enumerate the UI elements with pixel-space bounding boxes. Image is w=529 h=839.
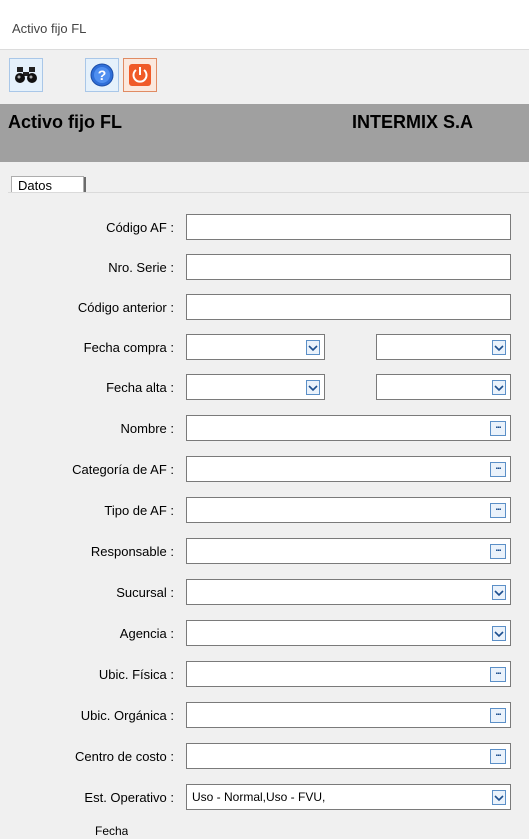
codigo-anterior-input[interactable] (186, 294, 511, 320)
chevron-down-icon[interactable] (492, 380, 506, 395)
form-header: Activo fijo FL INTERMIX S.A (0, 104, 529, 162)
centro-costo-label: Centro de costo : (75, 749, 174, 764)
fecha-compra-from[interactable] (186, 334, 325, 360)
chevron-down-icon[interactable] (306, 380, 320, 395)
nombre-input[interactable]: ... (186, 415, 511, 441)
ellipsis-icon[interactable]: ... (490, 544, 506, 559)
row-ubic-fisica: Ubic. Física : ... (0, 661, 529, 687)
codigo-af-input[interactable] (186, 214, 511, 240)
toolbar: ? (0, 50, 529, 104)
ellipsis-icon[interactable]: ... (490, 421, 506, 436)
ellipsis-icon[interactable]: ... (490, 462, 506, 477)
nro-serie-label: Nro. Serie : (108, 260, 174, 275)
power-icon (128, 63, 152, 87)
ellipsis-icon[interactable]: ... (490, 708, 506, 723)
fecha-alta-from[interactable] (186, 374, 325, 400)
ellipsis-icon[interactable]: ... (490, 667, 506, 682)
agencia-label: Agencia : (119, 626, 174, 641)
sucursal-select[interactable] (186, 579, 511, 605)
est-operativo-label: Est. Operativo : (84, 790, 174, 805)
ellipsis-icon[interactable]: ... (490, 503, 506, 518)
ellipsis-icon[interactable]: ... (490, 749, 506, 764)
binoculars-icon (14, 65, 38, 85)
centro-costo-input[interactable]: ... (186, 743, 511, 769)
title-bar: Activo fijo FL (0, 0, 529, 50)
row-ubic-organica: Ubic. Orgánica : ... (0, 702, 529, 728)
row-fecha-compra: Fecha compra : (0, 334, 529, 360)
row-responsable: Responsable : ... (0, 538, 529, 564)
chevron-down-icon[interactable] (492, 340, 506, 355)
chevron-down-icon[interactable] (492, 585, 506, 600)
fecha-alta-to[interactable] (376, 374, 511, 400)
codigo-af-label: Código AF : (106, 220, 174, 235)
company-name: INTERMIX S.A (352, 112, 474, 132)
agencia-select[interactable] (186, 620, 511, 646)
search-button[interactable] (9, 58, 43, 92)
row-codigo-anterior: Código anterior : (0, 294, 529, 320)
row-fecha-alta: Fecha alta : (0, 374, 529, 400)
ubic-organica-input[interactable]: ... (186, 702, 511, 728)
tab-strip: Datos (0, 162, 529, 195)
window-title: Activo fijo FL (12, 21, 87, 36)
tipo-input[interactable]: ... (186, 497, 511, 523)
row-sucursal: Sucursal : (0, 579, 529, 605)
nombre-label: Nombre : (120, 421, 174, 436)
svg-text:?: ? (98, 67, 107, 83)
form-title: Activo fijo FL (8, 112, 122, 132)
ubic-fisica-input[interactable]: ... (186, 661, 511, 687)
row-nro-serie: Nro. Serie : (0, 254, 529, 280)
ubic-fisica-label: Ubic. Física : (98, 667, 174, 682)
categoria-input[interactable]: ... (186, 456, 511, 482)
ubic-organica-label: Ubic. Orgánica : (80, 708, 174, 723)
help-icon: ? (90, 63, 114, 87)
chevron-down-icon[interactable] (492, 790, 506, 805)
codigo-anterior-label: Código anterior : (77, 300, 174, 315)
chevron-down-icon[interactable] (306, 340, 320, 355)
row-est-operativo: Est. Operativo : Uso - Normal,Uso - FVU, (0, 784, 529, 810)
fecha-alta-label: Fecha alta : (106, 380, 174, 395)
tipo-label: Tipo de AF : (104, 503, 174, 518)
responsable-input[interactable]: ... (186, 538, 511, 564)
help-button[interactable]: ? (85, 58, 119, 92)
est-operativo-select[interactable]: Uso - Normal,Uso - FVU, (186, 784, 511, 810)
responsable-label: Responsable : (90, 544, 174, 559)
fecha-compra-label: Fecha compra : (83, 340, 174, 355)
chevron-down-icon[interactable] (492, 626, 506, 641)
categoria-label: Categoría de AF : (72, 462, 174, 477)
exit-button[interactable] (123, 58, 157, 92)
row-centro-costo: Centro de costo : ... (0, 743, 529, 769)
row-nombre: Nombre : ... (0, 415, 529, 441)
est-operativo-value: Uso - Normal,Uso - FVU, (192, 790, 326, 804)
row-codigo-af: Código AF : (0, 214, 529, 240)
partial-label: Fecha (95, 824, 129, 838)
fecha-compra-to[interactable] (376, 334, 511, 360)
row-agencia: Agencia : (0, 620, 529, 646)
row-tipo: Tipo de AF : ... (0, 497, 529, 523)
sucursal-label: Sucursal : (116, 585, 174, 600)
nro-serie-input[interactable] (186, 254, 511, 280)
row-categoria: Categoría de AF : ... (0, 456, 529, 482)
